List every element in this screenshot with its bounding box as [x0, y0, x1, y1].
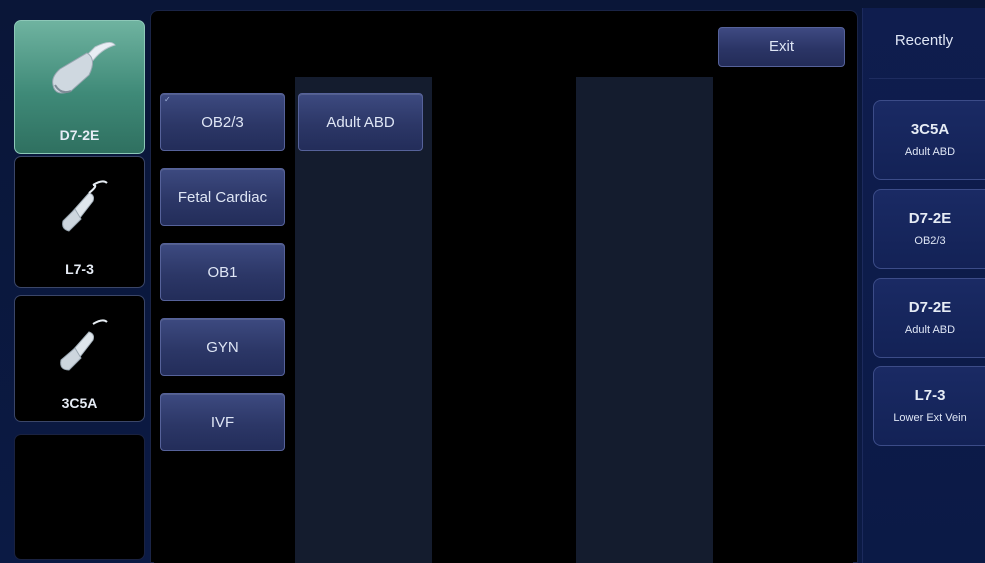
- recent-probe: D7-2E: [908, 210, 952, 227]
- recently-panel: Recently 3C5A Adult ABD D7-2E OB2/3 D7-2…: [862, 8, 985, 563]
- exam-column-4: [576, 77, 713, 563]
- convex-probe-icon: [60, 319, 108, 371]
- exam-button-adult-abd[interactable]: Adult ABD: [298, 93, 423, 151]
- exit-button[interactable]: Exit: [718, 27, 845, 67]
- exam-button-fetal-cardiac[interactable]: Fetal Cardiac: [160, 168, 285, 226]
- probe-label: D7-2E: [59, 127, 100, 143]
- probe-label: 3C5A: [61, 395, 98, 411]
- recent-item[interactable]: L7-3 Lower Ext Vein: [873, 366, 985, 446]
- exam-label: IVF: [210, 413, 235, 431]
- linear-probe-icon: [62, 180, 108, 232]
- exam-button-ob1[interactable]: OB1: [160, 243, 285, 301]
- recent-exam: Lower Ext Vein: [893, 412, 967, 424]
- probe-l7-3[interactable]: L7-3: [14, 156, 145, 288]
- exam-label: GYN: [206, 338, 239, 356]
- exam-label: OB1: [207, 263, 238, 281]
- exam-column-5: [713, 77, 853, 563]
- probe-d7-2e[interactable]: D7-2E: [14, 20, 145, 154]
- recently-title: Recently: [894, 32, 954, 49]
- recent-item[interactable]: D7-2E OB2/3: [873, 189, 985, 269]
- convex-probe-icon: [52, 41, 116, 94]
- recent-exam: Adult ABD: [904, 146, 956, 158]
- probe-slot-empty[interactable]: [14, 434, 145, 560]
- recent-exam: OB2/3: [914, 235, 946, 247]
- divider: [869, 78, 985, 79]
- recent-item[interactable]: D7-2E Adult ABD: [873, 278, 985, 358]
- selected-check-icon: ✓: [164, 95, 171, 104]
- exam-button-gyn[interactable]: GYN: [160, 318, 285, 376]
- recent-probe: L7-3: [914, 387, 946, 404]
- exam-label: Adult ABD: [326, 113, 395, 131]
- exam-label: Fetal Cardiac: [177, 188, 268, 206]
- recent-probe: 3C5A: [910, 121, 950, 138]
- probe-label: L7-3: [65, 261, 94, 277]
- probe-3c5a[interactable]: 3C5A: [14, 295, 145, 422]
- exam-button-ob2-3[interactable]: ✓ OB2/3: [160, 93, 285, 151]
- recent-exam: Adult ABD: [904, 324, 956, 336]
- exam-label: OB2/3: [201, 113, 244, 131]
- exam-column-3: [432, 77, 576, 563]
- recent-probe: D7-2E: [908, 299, 952, 316]
- exam-button-ivf[interactable]: IVF: [160, 393, 285, 451]
- probe-list: D7-2E L7-3 3C5A: [8, 10, 148, 560]
- recent-item[interactable]: 3C5A Adult ABD: [873, 100, 985, 180]
